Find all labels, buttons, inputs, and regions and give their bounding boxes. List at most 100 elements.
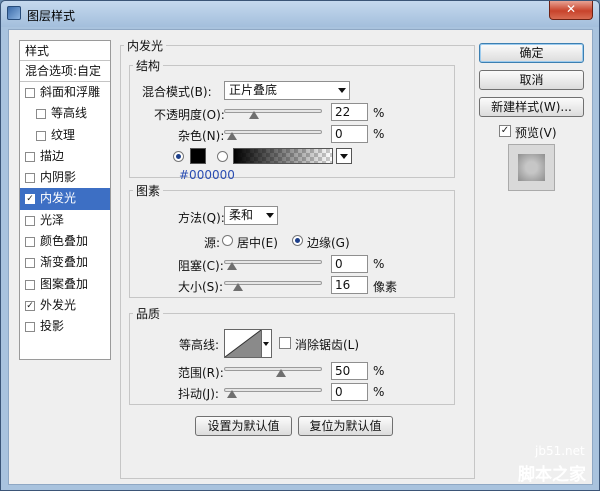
source-edge-radio[interactable] [292,235,303,246]
style-list-item[interactable]: 纹理 [20,125,110,146]
style-list-item-label: 等高线 [51,106,88,121]
style-list-item[interactable]: 光泽 [20,210,110,231]
range-slider-track[interactable] [224,367,322,371]
jitter-slider-thumb[interactable] [227,390,237,398]
size-slider-thumb[interactable] [233,283,244,291]
structure-title: 结构 [133,57,164,74]
choke-label: 阻塞(C): [178,259,224,273]
style-checkbox[interactable] [25,279,35,290]
blend-mode-select[interactable]: 正片叠底 [224,81,350,100]
style-checkbox[interactable]: ✓ [25,194,35,205]
noise-slider-track[interactable] [224,130,322,134]
source-edge-label: 边缘(G) [307,236,350,250]
cancel-button[interactable]: 取消 [479,70,584,90]
gradient-fill-radio[interactable] [217,151,228,162]
choke-input[interactable]: 0 [331,255,368,273]
style-checkbox[interactable] [36,130,46,141]
style-list-item[interactable]: 投影 [20,316,110,337]
style-list-item-label: 斜面和浮雕 [40,85,101,99]
new-style-button[interactable]: 新建样式(W)... [479,97,584,117]
style-list-item-label: 纹理 [51,127,76,142]
noise-label: 杂色(N): [178,129,225,143]
style-list-item[interactable]: 描边 [20,146,110,167]
source-label: 源: [204,236,221,250]
noise-percent: % [373,127,385,141]
gradient-swatch[interactable] [233,148,333,164]
preview-checkbox[interactable]: ✓ [499,125,511,137]
noise-slider-thumb[interactable] [227,132,237,140]
style-checkbox[interactable] [25,258,35,269]
glow-color-hex: #000000 [179,168,235,182]
choke-slider-track[interactable] [224,260,322,264]
size-input[interactable]: 16 [331,276,368,294]
style-list-item-label: 颜色叠加 [40,234,89,249]
blend-options-item[interactable]: 混合选项:自定 [20,61,110,82]
style-list-item-label: 外发光 [40,297,77,312]
contour-preview[interactable] [224,329,262,358]
anti-alias-label: 消除锯齿(L) [295,338,360,352]
elements-title: 图素 [133,182,164,199]
style-list-item[interactable]: ✓ 外发光 [20,295,110,316]
range-input[interactable]: 50 [331,362,368,380]
layer-style-dialog: 图层样式 ✕ 样式 混合选项:自定 斜面和浮雕等高线纹理描边内阴影 ✓ 内发光光泽颜… [0,0,600,491]
technique-select[interactable]: 柔和 [224,206,278,225]
style-list-item[interactable]: 等高线 [20,103,110,124]
jitter-input[interactable]: 0 [331,383,368,401]
contour-dropdown-button[interactable] [262,329,272,358]
anti-alias-checkbox[interactable] [279,337,291,349]
reset-default-button[interactable]: 复位为默认值 [298,416,393,436]
style-list-item-label: 光泽 [40,212,65,227]
style-list-item[interactable]: 内阴影 [20,167,110,188]
style-checkbox[interactable] [25,151,35,162]
glow-color-swatch[interactable] [190,148,206,164]
jitter-percent: % [373,385,385,399]
style-list-item-label: 图案叠加 [40,276,89,291]
blend-mode-label: 混合模式(B): [142,85,212,99]
size-unit: 像素 [373,280,398,294]
preview-label: 预览(V) [515,126,557,140]
opacity-input[interactable]: 22 [331,103,368,121]
close-button[interactable]: ✕ [549,1,593,20]
style-checkbox[interactable]: ✓ [25,300,35,311]
style-list-item[interactable]: 渐变叠加 [20,252,110,273]
contour-curve-icon [224,329,262,358]
opacity-percent: % [373,106,385,120]
styles-list-header[interactable]: 样式 [20,41,110,61]
style-checkbox[interactable] [25,322,35,333]
noise-input[interactable]: 0 [331,125,368,143]
choke-slider-thumb[interactable] [227,262,237,270]
style-list-item[interactable]: ✓ 内发光 [20,188,110,210]
style-checkbox[interactable] [25,237,35,248]
watermark-site: jb51.net [535,444,585,458]
opacity-slider-thumb[interactable] [248,111,259,119]
source-center-radio[interactable] [222,235,233,246]
opacity-label: 不透明度(O): [154,108,225,122]
dialog-content: 样式 混合选项:自定 斜面和浮雕等高线纹理描边内阴影 ✓ 内发光光泽颜色叠加渐变叠加… [8,29,593,485]
style-checkbox[interactable] [25,215,35,226]
source-center-label: 居中(E) [237,236,278,250]
styles-list: 样式 混合选项:自定 斜面和浮雕等高线纹理描边内阴影 ✓ 内发光光泽颜色叠加渐变叠加… [19,40,111,360]
style-list-item-label: 内发光 [40,191,77,206]
range-percent: % [373,364,385,378]
opacity-slider-track[interactable] [224,109,322,113]
color-fill-radio[interactable] [173,151,184,162]
style-list-item[interactable]: 斜面和浮雕 [20,82,110,103]
inner-glow-title: 内发光 [124,37,167,54]
chevron-down-icon [338,88,346,93]
jitter-slider-track[interactable] [224,388,322,392]
style-list-item-label: 描边 [40,148,65,163]
range-slider-thumb[interactable] [276,369,286,377]
range-label: 范围(R): [178,366,224,380]
watermark-name: 脚本之家 [518,465,586,485]
style-list-item[interactable]: 图案叠加 [20,274,110,295]
style-list-item[interactable]: 颜色叠加 [20,231,110,252]
ok-button[interactable]: 确定 [479,43,584,63]
style-checkbox[interactable] [25,173,35,184]
style-checkbox[interactable] [36,109,46,120]
chevron-down-icon [266,213,274,218]
title-bar[interactable]: 图层样式 [1,1,599,27]
quality-title: 品质 [133,305,164,322]
gradient-dropdown-button[interactable] [336,148,352,164]
make-default-button[interactable]: 设置为默认值 [195,416,292,436]
style-checkbox[interactable] [25,88,35,98]
